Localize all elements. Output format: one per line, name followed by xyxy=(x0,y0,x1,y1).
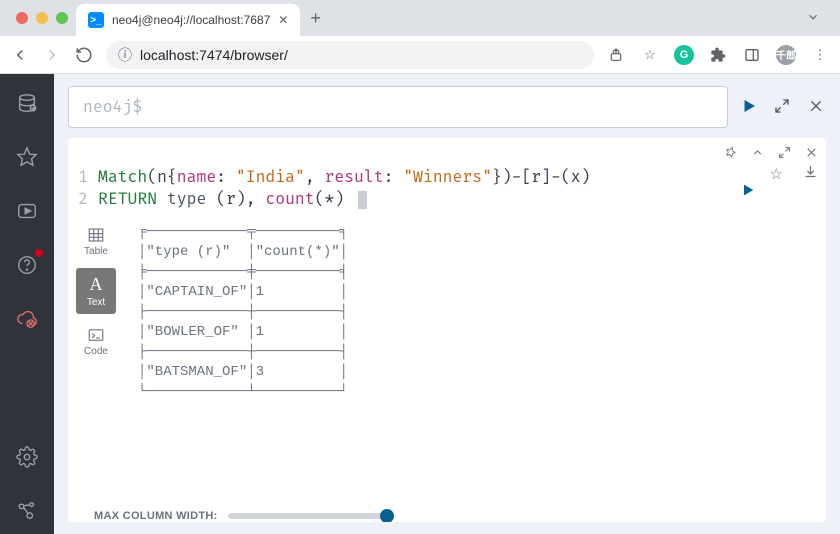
notification-badge xyxy=(35,249,43,257)
maxcol-label: MAX COLUMN WIDTH: xyxy=(94,510,218,522)
app-sidebar xyxy=(0,74,54,534)
favorites-star-icon[interactable] xyxy=(14,144,40,170)
browser-tab[interactable]: >_ neo4j@neo4j://localhost:7687 ✕ xyxy=(76,4,300,36)
share-icon[interactable] xyxy=(606,45,626,65)
slider-thumb[interactable] xyxy=(380,509,394,522)
side-panel-icon[interactable] xyxy=(742,45,762,65)
chrome-menu-icon[interactable]: ⋮ xyxy=(810,45,830,65)
download-icon[interactable] xyxy=(803,164,818,183)
result-footer: MAX COLUMN WIDTH: xyxy=(76,500,818,522)
slider-track xyxy=(228,513,388,519)
query-prompt: neo4j$ xyxy=(83,97,142,117)
command-bar: neo4j$ xyxy=(68,86,826,128)
fullscreen-icon[interactable] xyxy=(774,98,792,116)
save-favorite-icon[interactable]: ☆ xyxy=(770,165,783,183)
cloud-sync-icon[interactable] xyxy=(14,306,40,332)
toolbar-right: ☆ G 千郎 ⋮ xyxy=(606,45,830,65)
line-gutter: 12 xyxy=(76,166,98,210)
about-neo4j-icon[interactable] xyxy=(14,498,40,524)
url-text: localhost:7474/browser/ xyxy=(140,47,288,63)
play-frame-icon[interactable] xyxy=(14,198,40,224)
result-card: 12 Match(n{name: "India", result: "Winne… xyxy=(68,138,826,522)
site-info-icon[interactable]: ⓘ xyxy=(118,45,132,65)
close-card-icon[interactable] xyxy=(805,146,818,162)
query-input[interactable]: neo4j$ xyxy=(68,86,728,128)
close-tab-icon[interactable]: ✕ xyxy=(278,13,288,27)
forward-button[interactable] xyxy=(42,45,62,65)
traffic-yellow[interactable] xyxy=(36,12,48,24)
traffic-green[interactable] xyxy=(56,12,68,24)
tab-title: neo4j@neo4j://localhost:7687 xyxy=(112,13,270,27)
tab-strip: >_ neo4j@neo4j://localhost:7687 ✕ + xyxy=(0,0,840,36)
view-tab-label: Code xyxy=(84,346,108,357)
view-tabs: Table AText Code xyxy=(76,218,116,500)
view-tab-label: Text xyxy=(87,297,105,308)
view-tab-code[interactable]: Code xyxy=(76,318,116,364)
extensions-icon[interactable] xyxy=(708,45,728,65)
window-controls xyxy=(16,12,68,24)
query-display: 12 Match(n{name: "India", result: "Winne… xyxy=(76,164,736,218)
profile-avatar[interactable]: 千郎 xyxy=(776,45,796,65)
new-tab-button[interactable]: + xyxy=(310,8,321,29)
maxcol-slider[interactable] xyxy=(228,511,388,521)
tab-overflow-icon[interactable] xyxy=(806,10,820,27)
close-editor-icon[interactable] xyxy=(808,98,826,116)
expand-fullscreen-icon[interactable] xyxy=(778,146,791,162)
view-tab-table[interactable]: Table xyxy=(76,218,116,264)
text-result-output[interactable]: ╒────────────╤──────────╕ │"type (r)" │"… xyxy=(124,218,348,500)
tab-favicon: >_ xyxy=(88,12,104,28)
view-tab-label: Table xyxy=(84,246,108,257)
traffic-red[interactable] xyxy=(16,12,28,24)
run-query-button[interactable] xyxy=(740,97,758,118)
back-button[interactable] xyxy=(10,45,30,65)
code-lines[interactable]: Match(n{name: "India", result: "Winners"… xyxy=(98,166,590,210)
card-top-actions xyxy=(76,144,818,164)
collapse-up-icon[interactable] xyxy=(751,146,764,162)
address-bar[interactable]: ⓘ localhost:7474/browser/ xyxy=(106,41,594,69)
help-icon[interactable] xyxy=(14,252,40,278)
rerun-query-button[interactable] xyxy=(740,182,756,201)
browser-toolbar: ⓘ localhost:7474/browser/ ☆ G 千郎 ⋮ xyxy=(0,36,840,74)
reload-button[interactable] xyxy=(74,45,94,65)
pin-icon[interactable] xyxy=(724,146,737,162)
settings-gear-icon[interactable] xyxy=(14,444,40,470)
view-tab-text[interactable]: AText xyxy=(76,268,116,314)
extension-grammarly[interactable]: G xyxy=(674,45,694,65)
db-icon[interactable] xyxy=(14,90,40,116)
bookmark-star-icon[interactable]: ☆ xyxy=(640,45,660,65)
